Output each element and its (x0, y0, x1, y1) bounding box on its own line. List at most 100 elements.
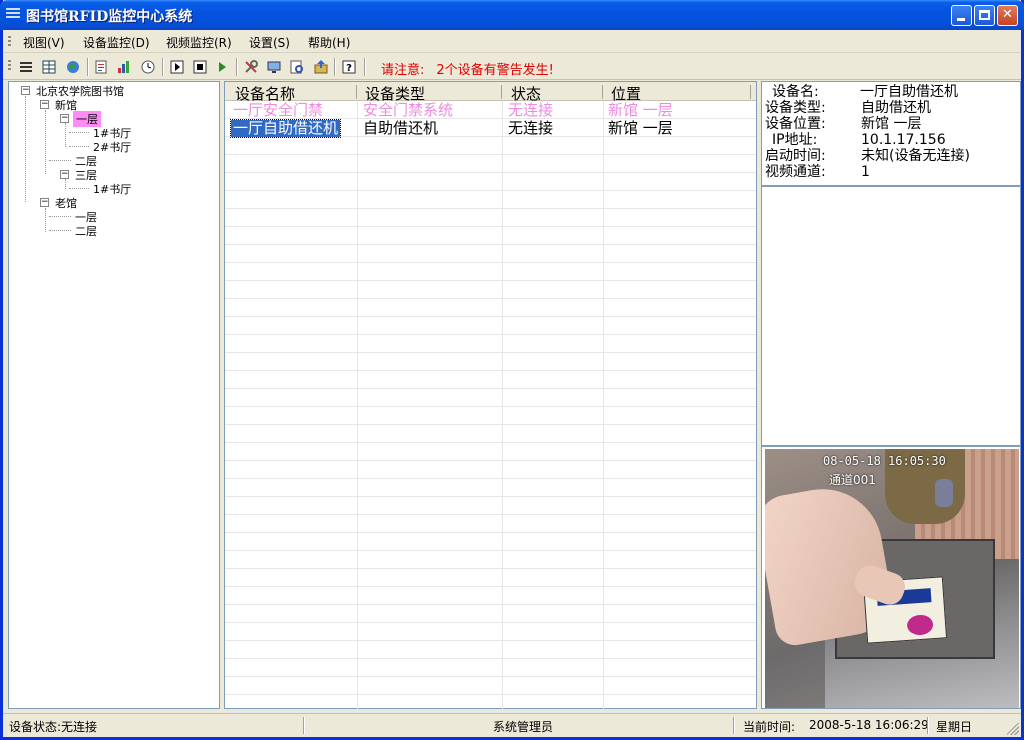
chart-button[interactable] (115, 58, 133, 76)
help-button[interactable]: ? (340, 58, 358, 76)
video-panel[interactable]: 08-05-18 16:05:30 通道001 (761, 446, 1021, 709)
empty-row (225, 498, 756, 515)
list-view-icon (20, 62, 32, 72)
cell-device-name: 一厅自助借还机 (229, 119, 342, 138)
device-list[interactable]: 设备名称 设备类型 状态 位置 一厅安全门禁 安全门禁系统 无连接 新馆 一层 … (224, 81, 757, 731)
tree-node-old-floor2[interactable]: 二层 (75, 223, 97, 239)
play-step-button[interactable] (168, 58, 186, 76)
info-device-name: 设备名: 一厅自助借还机 (772, 84, 958, 100)
status-bar: 设备状态:无连接 系统管理员 当前时间: 2008-5-18 16:06:29 … (3, 713, 1021, 737)
menu-device-monitor[interactable]: 设备监控(D) (83, 34, 150, 51)
empty-row (225, 462, 756, 479)
stop-icon (193, 60, 207, 74)
app-menu-icon[interactable] (6, 8, 22, 22)
maximize-icon (979, 10, 990, 20)
stop-button[interactable] (191, 58, 209, 76)
empty-row (225, 588, 756, 605)
empty-row (225, 426, 756, 443)
device-info-panel: 设备名: 一厅自助借还机 设备类型: 自助借还机 设备位置: 新馆 一层 IP地址: 1… (761, 81, 1021, 186)
table-row[interactable]: 一厅安全门禁 安全门禁系统 无连接 新馆 一层 (225, 102, 756, 119)
tools-button[interactable] (242, 58, 260, 76)
info-ip: IP地址: 10.1.17.156 (772, 132, 946, 148)
export-button[interactable] (312, 58, 330, 76)
tree-node-old-building[interactable]: 老馆 (55, 195, 77, 211)
minimize-icon (957, 18, 965, 21)
window-title: 图书馆RFID监控中心系统 (26, 9, 193, 25)
empty-row (225, 174, 756, 191)
play-step-icon (170, 60, 184, 74)
report-icon (95, 60, 107, 74)
cell-device-name: 一厅安全门禁 (233, 101, 324, 119)
toolbar-separator (334, 58, 336, 76)
tree-node-root[interactable]: 北京农学院图书馆 (36, 83, 124, 99)
info-device-type: 设备类型: 自助借还机 (765, 100, 931, 116)
menu-view[interactable]: 视图(V) (23, 34, 65, 51)
empty-row (225, 300, 756, 317)
menu-grip[interactable] (8, 36, 11, 48)
tree-node-hall2[interactable]: 2#书厅 (93, 139, 131, 155)
empty-row (225, 516, 756, 533)
menu-settings[interactable]: 设置(S) (249, 34, 290, 51)
grid-view-button[interactable] (40, 58, 58, 76)
empty-row (225, 624, 756, 641)
cell-location: 新馆 一层 (608, 119, 673, 137)
resize-grip[interactable] (1007, 723, 1019, 735)
status-user: 系统管理员 (493, 720, 554, 734)
status-device: 设备状态:无连接 (9, 720, 98, 734)
print-preview-icon (290, 60, 303, 74)
empty-row (225, 372, 756, 389)
empty-row (225, 660, 756, 677)
toolbar-separator (364, 58, 366, 76)
menu-video-monitor[interactable]: 视频监控(R) (166, 34, 232, 51)
empty-row (225, 408, 756, 425)
cell-location: 新馆 一层 (608, 101, 673, 119)
maximize-button[interactable] (974, 5, 995, 26)
toolbar-separator (236, 58, 238, 76)
info-video-channel: 视频通道: 1 (765, 164, 870, 180)
export-icon (314, 60, 328, 74)
clock-button[interactable] (139, 58, 157, 76)
list-view-button[interactable] (17, 58, 35, 76)
grid-view-icon (42, 60, 56, 74)
collapse-toggle[interactable]: − (40, 100, 49, 109)
minimize-button[interactable] (951, 5, 972, 26)
empty-row (225, 264, 756, 281)
collapse-toggle[interactable]: − (60, 170, 69, 179)
empty-row (225, 390, 756, 407)
location-tree[interactable]: − 北京农学院图书馆 − 新馆 − 一层 1#书厅 2#书厅 二层 − 三层 1… (8, 81, 220, 709)
monitor-icon (267, 61, 281, 73)
empty-row (225, 606, 756, 623)
empty-row (225, 354, 756, 371)
menu-bar: 视图(V) 设备监控(D) 视频监控(R) 设置(S) 帮助(H) (3, 30, 1021, 53)
table-row-selected[interactable]: 一厅自助借还机 自助借还机 无连接 新馆 一层 (225, 119, 756, 138)
close-button[interactable]: ✕ (997, 5, 1018, 26)
report-button[interactable] (92, 58, 110, 76)
menu-help[interactable]: 帮助(H) (308, 34, 350, 51)
warning-text: 2个设备有警告发生! (436, 63, 554, 78)
clock-icon (141, 60, 155, 74)
empty-row (225, 156, 756, 173)
collapse-toggle[interactable]: − (40, 198, 49, 207)
toolbar-grip[interactable] (8, 60, 11, 72)
app-window: 图书馆RFID监控中心系统 ✕ 视图(V) 设备监控(D) 视频监控(R) 设置… (0, 0, 1024, 740)
globe-button[interactable] (64, 58, 82, 76)
print-preview-button[interactable] (288, 58, 306, 76)
empty-row (225, 336, 756, 353)
empty-row (225, 444, 756, 461)
title-bar[interactable]: 图书馆RFID监控中心系统 ✕ (0, 0, 1024, 30)
video-timestamp: 08-05-18 16:05:30 (823, 454, 946, 468)
collapse-toggle[interactable]: − (60, 114, 69, 123)
play-button[interactable] (213, 58, 231, 76)
tree-node-floor3-hall1[interactable]: 1#书厅 (93, 181, 131, 197)
list-header: 设备名称 设备类型 状态 位置 (225, 82, 756, 103)
empty-row (225, 678, 756, 695)
video-feed[interactable]: 08-05-18 16:05:30 通道001 (765, 449, 1019, 708)
collapse-toggle[interactable]: − (21, 86, 30, 95)
video-channel-label: 通道001 (829, 473, 876, 487)
info-start-time: 启动时间: 未知(设备无连接) (765, 148, 970, 164)
empty-row (225, 246, 756, 263)
monitor-button[interactable] (265, 58, 283, 76)
chart-icon (118, 61, 129, 73)
globe-icon (67, 61, 79, 73)
cell-device-type: 自助借还机 (363, 119, 439, 137)
